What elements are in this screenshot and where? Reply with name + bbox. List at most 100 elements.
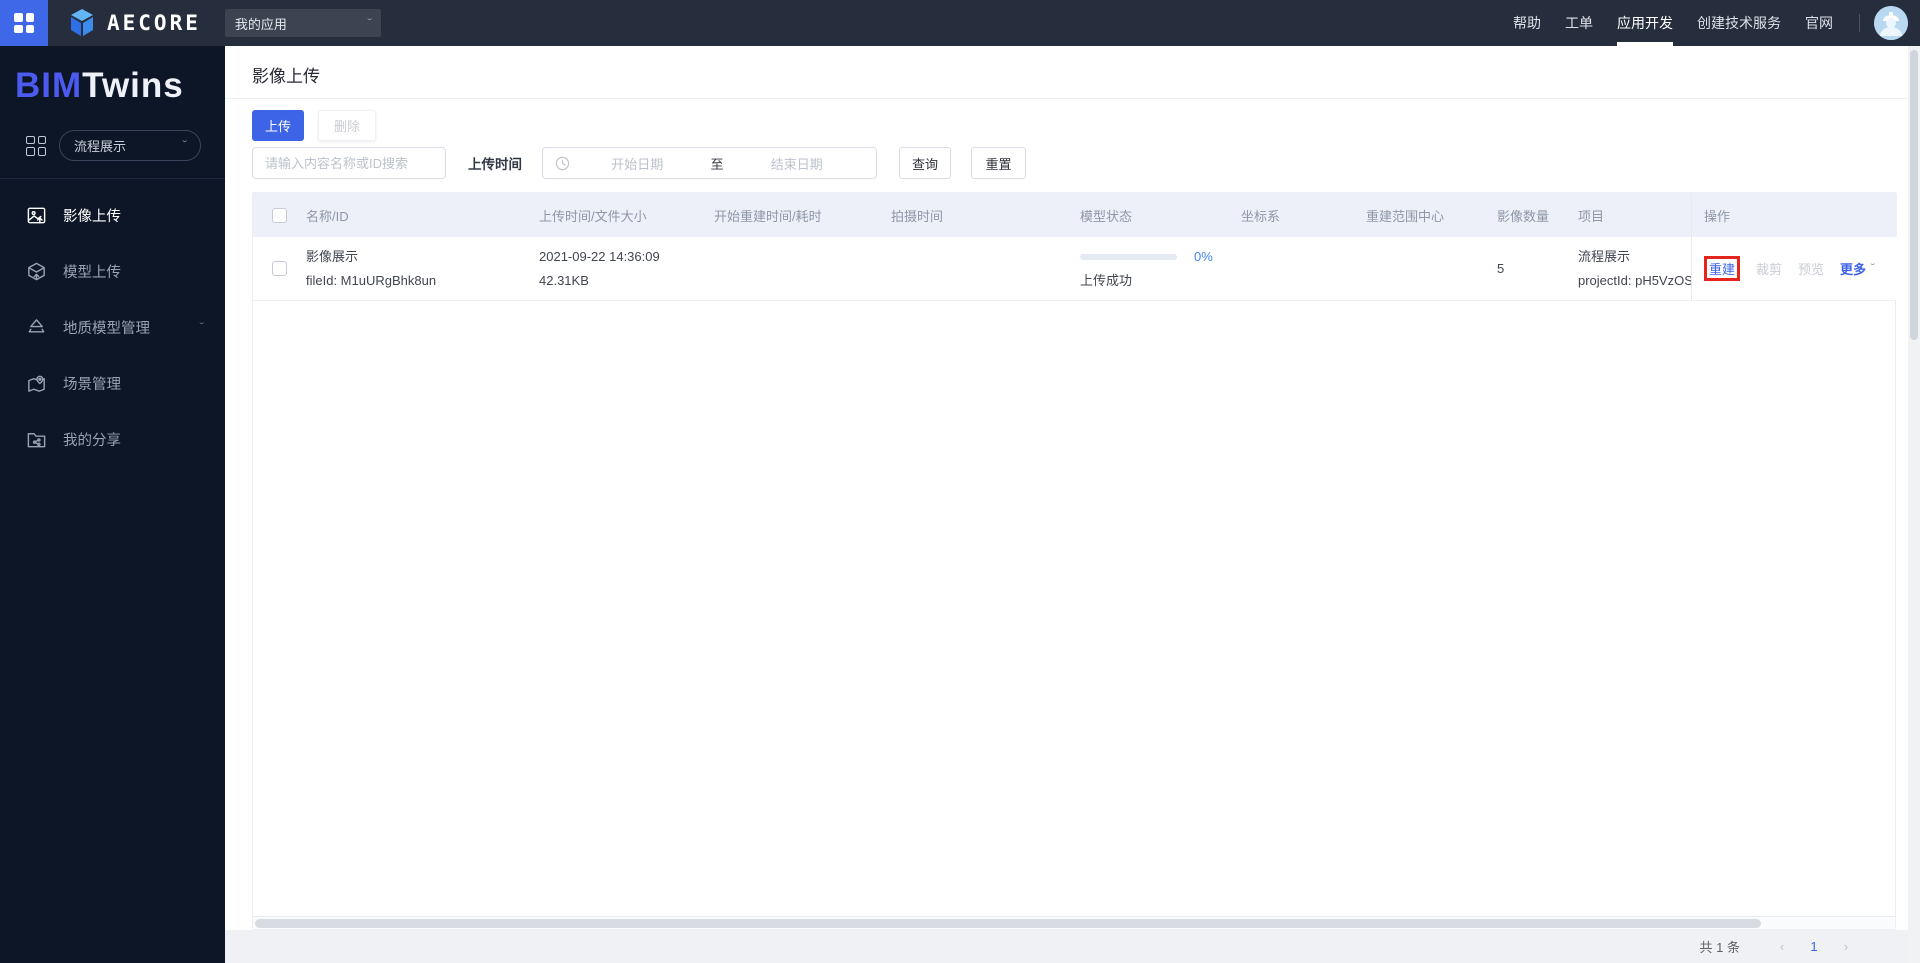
row-image-count: 5: [1497, 261, 1505, 276]
sidebar-item-image-upload[interactable]: 影像上传: [0, 187, 225, 243]
rebuild-action-link[interactable]: 重建: [1704, 256, 1741, 281]
app-grid-icon: [14, 13, 34, 33]
select-all-checkbox[interactable]: [272, 207, 287, 223]
footer-bar: 共 1 条 ‹ 1 ›: [225, 930, 1908, 963]
col-header-rebuild-center: 重建范围中心: [1366, 208, 1445, 224]
row-checkbox[interactable]: [272, 261, 287, 276]
clock-icon: [555, 156, 570, 170]
search-input[interactable]: [252, 147, 446, 179]
divider: [1859, 14, 1860, 32]
table-row: 影像展示 fileId: M1uURgBhk8un 2021-09-22 14:…: [253, 237, 1897, 301]
menu-official-site[interactable]: 官网: [1805, 0, 1833, 46]
image-upload-icon: [26, 205, 47, 226]
table-header-row: 名称/ID 上传时间/文件大小 开始重建时间/耗时 拍摄时间 模型状态 坐标系 …: [253, 193, 1897, 237]
col-header-image-count: 影像数量: [1497, 208, 1550, 224]
sidebar-item-label: 模型上传: [63, 264, 121, 281]
divider: [0, 178, 225, 179]
chevron-down-icon: ˇ: [198, 321, 204, 333]
data-table: 名称/ID 上传时间/文件大小 开始重建时间/耗时 拍摄时间 模型状态 坐标系 …: [252, 192, 1897, 930]
pagination-next-icon[interactable]: ›: [1830, 939, 1862, 954]
pagination-page-1[interactable]: 1: [1798, 939, 1830, 954]
row-project-id: projectId: pH5VzOSv: [1578, 272, 1691, 288]
grid-icon: [26, 135, 46, 156]
date-range-picker[interactable]: 开始日期 至 结束日期: [542, 147, 877, 179]
upload-time-label: 上传时间: [468, 157, 522, 172]
sidebar-item-geology-model[interactable]: 地质模型管理 ˇ: [0, 299, 225, 355]
menu-app-dev[interactable]: 应用开发: [1617, 0, 1673, 46]
col-header-action: 操作: [1691, 193, 1897, 237]
horizontal-scrollbar[interactable]: [253, 916, 1895, 929]
col-header-rebuild-time: 开始重建时间/耗时: [714, 208, 822, 224]
vertical-scrollbar[interactable]: [1908, 46, 1920, 963]
chevron-down-icon: ˇ: [1870, 263, 1876, 274]
logo-twins-text: Twins: [82, 66, 184, 105]
col-header-upload-time: 上传时间/文件大小: [539, 208, 647, 224]
row-project-name: 流程展示: [1578, 248, 1631, 264]
menu-workorder[interactable]: 工单: [1565, 0, 1593, 46]
my-apps-select-value: 我的应用: [234, 16, 287, 32]
divider: [225, 98, 1908, 99]
rebuild-label: 重建: [1709, 262, 1736, 277]
sidebar-menu: 影像上传 模型上传 地质模型管理 ˇ 场景管理 我的分享: [0, 187, 225, 467]
project-select[interactable]: 流程展示 ˇ: [59, 130, 201, 161]
col-header-name-id: 名称/ID: [306, 208, 349, 224]
row-upload-time: 2021-09-22 14:36:09: [539, 248, 660, 264]
reset-button[interactable]: 重置: [971, 147, 1026, 179]
aecore-cube-icon: [71, 9, 93, 36]
row-name: 影像展示: [306, 248, 359, 264]
sidebar-item-model-upload[interactable]: 模型上传: [0, 243, 225, 299]
horizontal-scrollbar-thumb[interactable]: [255, 919, 1761, 928]
pagination-total: 共 1 条: [1699, 940, 1740, 955]
crop-action-link[interactable]: 裁剪: [1756, 259, 1782, 278]
top-bar: AECORE 我的应用 ˇ 帮助 工单 应用开发 创建技术服务 官网: [0, 0, 1920, 46]
row-shoot-time: [882, 237, 1071, 300]
geology-layers-icon: [26, 317, 47, 338]
end-date-placeholder[interactable]: 结束日期: [730, 154, 865, 173]
sidebar-item-label: 地质模型管理: [63, 320, 150, 337]
main-content: 影像上传 上传 删除 上传时间 开始日期 至 结束日期 查询 重置 名称/ID …: [225, 46, 1908, 963]
row-rebuild-time: [705, 237, 882, 300]
user-avatar[interactable]: [1874, 6, 1908, 40]
app-launcher-button[interactable]: [0, 0, 48, 46]
model-upload-icon: [26, 261, 47, 282]
date-separator: 至: [710, 156, 724, 172]
col-header-shoot-time: 拍摄时间: [891, 208, 944, 224]
sidebar-item-label: 我的分享: [63, 432, 121, 449]
user-hardhat-icon: [1874, 6, 1908, 40]
row-status: 上传成功: [1080, 272, 1133, 288]
project-select-value: 流程展示: [74, 139, 127, 154]
start-date-placeholder[interactable]: 开始日期: [570, 154, 705, 173]
project-switcher: 流程展示 ˇ: [26, 130, 225, 161]
pagination-prev-icon[interactable]: ‹: [1766, 939, 1798, 954]
sidebar-item-my-shares[interactable]: 我的分享: [0, 411, 225, 467]
share-folder-icon: [26, 429, 47, 450]
logo-bim-text: BIM: [15, 66, 83, 105]
upload-button[interactable]: 上传: [252, 110, 304, 141]
menu-create-tech-service[interactable]: 创建技术服务: [1697, 0, 1781, 46]
row-rebuild-center: [1357, 237, 1488, 300]
query-button[interactable]: 查询: [899, 147, 951, 179]
sidebar-item-label: 场景管理: [63, 376, 121, 393]
progress-percent: 0%: [1194, 248, 1213, 264]
menu-help[interactable]: 帮助: [1513, 0, 1541, 46]
row-coordinate: [1232, 237, 1357, 300]
vertical-scrollbar-thumb[interactable]: [1910, 50, 1918, 340]
brand-text: AECORE: [107, 11, 201, 35]
delete-button[interactable]: 删除: [318, 110, 376, 141]
sidebar: BIMTwins 流程展示 ˇ 影像上传 模型上传 地质模型管理 ˇ 场景管理 …: [0, 46, 225, 963]
more-action-link[interactable]: 更多: [1840, 259, 1866, 278]
chevron-down-icon: ˇ: [181, 140, 187, 151]
filter-bar: 上传时间 开始日期 至 结束日期 查询 重置: [252, 147, 1026, 179]
progress-bar: [1080, 253, 1177, 260]
preview-action-link[interactable]: 预览: [1798, 259, 1824, 278]
page-title: 影像上传: [252, 67, 320, 86]
row-file-size: 42.31KB: [539, 272, 589, 288]
my-apps-select[interactable]: 我的应用 ˇ: [224, 9, 381, 37]
scene-map-icon: [26, 373, 47, 394]
bimtwins-logo: BIMTwins: [0, 46, 225, 106]
col-header-project: 项目: [1578, 208, 1605, 224]
sidebar-item-scene-manage[interactable]: 场景管理: [0, 355, 225, 411]
sidebar-item-label: 影像上传: [63, 208, 121, 225]
top-right-menu: 帮助 工单 应用开发 创建技术服务 官网: [1501, 0, 1920, 46]
col-header-coordinate: 坐标系: [1241, 208, 1281, 224]
